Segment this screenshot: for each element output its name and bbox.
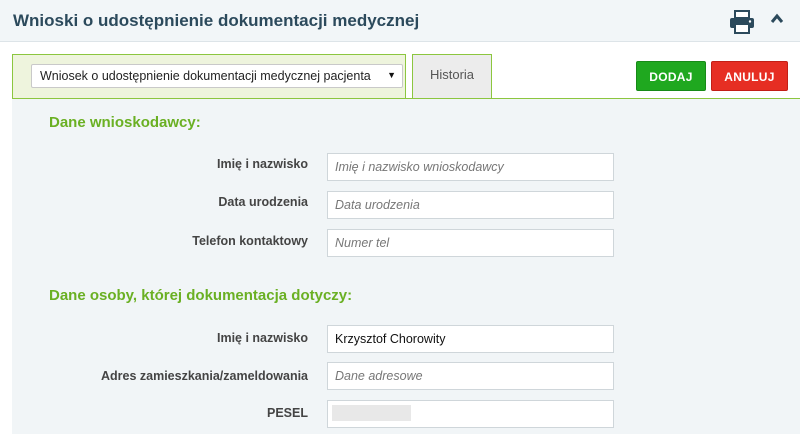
subject-address-input[interactable] xyxy=(327,362,614,390)
applicant-name-label: Imię i nazwisko xyxy=(216,157,308,171)
applicant-section-title: Dane wnioskodawcy: xyxy=(49,114,201,131)
tab-history[interactable]: Historia xyxy=(412,54,492,98)
subject-name-label: Imię i nazwisko xyxy=(216,331,308,345)
subject-name-input[interactable] xyxy=(327,325,614,353)
applicant-name-input[interactable] xyxy=(327,153,614,181)
form-toolbar: Wniosek o udostępnienie dokumentacji med… xyxy=(0,42,800,98)
page-title: Wnioski o udostępnienie dokumentacji med… xyxy=(13,11,420,30)
request-type-select-value: Wniosek o udostępnienie dokumentacji med… xyxy=(40,69,371,83)
chevron-up-icon[interactable] xyxy=(770,12,784,26)
subject-section-title: Dane osoby, której dokumentacja dotyczy: xyxy=(49,287,353,304)
print-icon[interactable] xyxy=(729,10,755,34)
pesel-redaction xyxy=(332,405,411,421)
panel-header: Wnioski o udostępnienie dokumentacji med… xyxy=(0,0,800,42)
subject-pesel-label: PESEL xyxy=(267,406,308,420)
add-button[interactable]: DODAJ xyxy=(636,61,706,91)
cancel-button[interactable]: ANULUJ xyxy=(711,61,788,91)
dropdown-arrow-icon: ▼ xyxy=(387,70,396,80)
applicant-phone-label: Telefon kontaktowy xyxy=(192,234,308,248)
form-body: Dane wnioskodawcy: Imię i nazwisko Data … xyxy=(12,98,800,434)
applicant-birth-label: Data urodzenia xyxy=(218,195,308,209)
tab-request-type[interactable]: Wniosek o udostępnienie dokumentacji med… xyxy=(12,54,406,98)
subject-address-label: Adres zamieszkania/zameldowania xyxy=(100,369,308,383)
applicant-birth-input[interactable] xyxy=(327,191,614,219)
request-type-select[interactable]: Wniosek o udostępnienie dokumentacji med… xyxy=(31,64,403,88)
applicant-phone-input[interactable] xyxy=(327,229,614,257)
